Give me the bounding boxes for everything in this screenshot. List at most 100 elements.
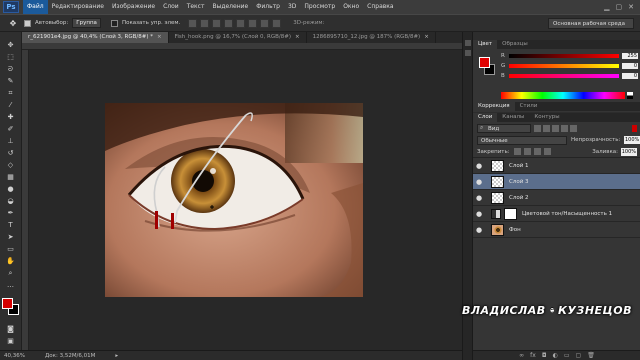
eyedropper-tool-icon[interactable]: ⁄ bbox=[4, 100, 18, 110]
lasso-tool-icon[interactable]: ᘐ bbox=[4, 64, 18, 74]
align-top-icon[interactable] bbox=[188, 18, 198, 28]
align-middle-icon[interactable] bbox=[200, 18, 210, 28]
canvas-area[interactable] bbox=[22, 43, 462, 350]
distribute-icon[interactable] bbox=[260, 18, 270, 28]
menu-filter[interactable]: Фильтр bbox=[252, 0, 284, 14]
menu-window[interactable]: Окно bbox=[339, 0, 363, 14]
close-icon[interactable]: ✕ bbox=[628, 3, 634, 11]
menu-3d[interactable]: 3D bbox=[284, 0, 300, 14]
adjustment-icon[interactable]: ◐ bbox=[553, 352, 558, 359]
clone-stamp-tool-icon[interactable]: ⊥ bbox=[4, 136, 18, 146]
mask-icon[interactable]: ◘ bbox=[542, 352, 547, 359]
menu-edit[interactable]: Редактирование bbox=[48, 0, 108, 14]
red-slider[interactable] bbox=[509, 53, 619, 58]
smart-object-filter-icon[interactable] bbox=[570, 124, 577, 132]
autoselect-checkbox[interactable] bbox=[24, 19, 31, 27]
history-brush-tool-icon[interactable]: ↺ bbox=[4, 148, 18, 158]
visibility-eye-icon[interactable]: ● bbox=[473, 162, 485, 170]
foreground-color-swatch[interactable] bbox=[1, 298, 13, 309]
tab-swatches[interactable]: Образцы bbox=[497, 40, 533, 49]
layer-name[interactable]: Фон bbox=[509, 227, 521, 233]
trash-icon[interactable]: 🗑 bbox=[587, 352, 595, 359]
layer-mask-thumbnail[interactable] bbox=[504, 207, 517, 220]
color-spectrum[interactable] bbox=[501, 92, 625, 99]
menu-text[interactable]: Текст bbox=[183, 0, 209, 14]
screen-mode-icon[interactable]: ▣ bbox=[4, 336, 18, 346]
workspace-select[interactable]: Основная рабочая среда bbox=[548, 17, 634, 29]
menu-layers[interactable]: Слои bbox=[159, 0, 183, 14]
layer-name[interactable]: Цветовой тон/Насыщенность 1 bbox=[522, 211, 612, 217]
type-filter-icon[interactable] bbox=[552, 124, 559, 132]
move-tool-icon[interactable]: ✥ bbox=[6, 17, 20, 29]
lock-all-icon[interactable] bbox=[543, 148, 551, 155]
minimize-icon[interactable]: ▁ bbox=[604, 3, 609, 11]
color-swatches[interactable] bbox=[1, 298, 20, 316]
crop-tool-icon[interactable]: ⌗ bbox=[4, 88, 18, 98]
layer-name[interactable]: Слой 2 bbox=[509, 195, 529, 201]
lock-position-icon[interactable] bbox=[533, 148, 541, 155]
menu-select[interactable]: Выделение bbox=[208, 0, 252, 14]
filter-toggle-icon[interactable] bbox=[632, 124, 637, 132]
status-arrow-icon[interactable]: ▸ bbox=[115, 353, 118, 359]
menu-view[interactable]: Просмотр bbox=[300, 0, 339, 14]
lock-pixels-icon[interactable] bbox=[523, 148, 531, 155]
folder-icon[interactable]: ▭ bbox=[564, 352, 570, 359]
fx-icon[interactable]: fx bbox=[530, 352, 536, 359]
layer-row[interactable]: ● Фон bbox=[473, 222, 640, 238]
align-right-icon[interactable] bbox=[248, 18, 258, 28]
menu-help[interactable]: Справка bbox=[363, 0, 397, 14]
blue-value[interactable]: 0 bbox=[622, 72, 638, 79]
tab-styles[interactable]: Стили bbox=[515, 102, 543, 111]
eraser-tool-icon[interactable]: ◇ bbox=[4, 160, 18, 170]
gradient-tool-icon[interactable]: ▦ bbox=[4, 172, 18, 182]
menu-image[interactable]: Изображение bbox=[108, 0, 159, 14]
quick-mask-icon[interactable]: ◙ bbox=[4, 324, 18, 334]
black-white-swatch[interactable] bbox=[627, 92, 633, 99]
path-select-tool-icon[interactable]: ➤ bbox=[4, 232, 18, 242]
lock-transparency-icon[interactable] bbox=[513, 148, 521, 155]
dodge-tool-icon[interactable]: ◒ bbox=[4, 196, 18, 206]
autoselect-target-select[interactable]: Группа bbox=[72, 18, 101, 28]
history-panel-icon[interactable] bbox=[464, 40, 471, 46]
pen-tool-icon[interactable]: ✒ bbox=[4, 208, 18, 218]
layer-name[interactable]: Слой 3 bbox=[509, 179, 529, 185]
tab-color[interactable]: Цвет bbox=[473, 40, 498, 49]
quick-select-tool-icon[interactable]: ✎ bbox=[4, 76, 18, 86]
layer-row[interactable]: ● Слой 1 bbox=[473, 158, 640, 174]
vertical-ruler[interactable] bbox=[22, 50, 29, 350]
layer-name[interactable]: Слой 1 bbox=[509, 163, 529, 169]
layer-row-selected[interactable]: ● Слой 3 bbox=[473, 174, 640, 190]
shape-tool-icon[interactable]: ▭ bbox=[4, 244, 18, 254]
align-center-icon[interactable] bbox=[236, 18, 246, 28]
tab-adjustments[interactable]: Коррекция bbox=[473, 102, 515, 111]
fill-input[interactable]: 100% bbox=[621, 147, 637, 156]
brush-tool-icon[interactable]: ✐ bbox=[4, 124, 18, 134]
align-bottom-icon[interactable] bbox=[212, 18, 222, 28]
tab-layers[interactable]: Слои bbox=[473, 113, 498, 122]
layer-row[interactable]: ● Цветовой тон/Насыщенность 1 bbox=[473, 206, 640, 222]
maximize-icon[interactable]: ▢ bbox=[616, 3, 623, 11]
foreground-color-chip[interactable] bbox=[479, 57, 490, 68]
hand-tool-icon[interactable]: ✋ bbox=[4, 256, 18, 266]
type-tool-icon[interactable]: T bbox=[4, 220, 18, 230]
blue-slider[interactable] bbox=[509, 73, 619, 78]
zoom-level[interactable]: 40,36% bbox=[4, 353, 25, 359]
shape-filter-icon[interactable] bbox=[561, 124, 568, 132]
document-canvas[interactable] bbox=[105, 103, 363, 297]
tab-channels[interactable]: Каналы bbox=[497, 113, 529, 122]
new-layer-icon[interactable]: ▢ bbox=[576, 352, 582, 359]
link-icon[interactable]: ∞ bbox=[519, 352, 524, 359]
red-value[interactable]: 255 bbox=[622, 52, 638, 59]
tab-paths[interactable]: Контуры bbox=[529, 113, 564, 122]
more-tools-icon[interactable]: … bbox=[4, 280, 18, 290]
document-tab[interactable]: 1286895710_12.jpg @ 187% (RGB/8#) × bbox=[307, 32, 436, 43]
zoom-tool-icon[interactable]: ⌕ bbox=[4, 268, 18, 278]
properties-panel-icon[interactable] bbox=[464, 50, 471, 56]
green-slider[interactable] bbox=[509, 63, 619, 68]
layer-kind-select[interactable]: Вид bbox=[477, 123, 531, 133]
pixel-filter-icon[interactable] bbox=[534, 124, 541, 132]
blend-mode-select[interactable]: Обычные bbox=[477, 135, 567, 145]
healing-brush-tool-icon[interactable]: ✚ bbox=[4, 112, 18, 122]
visibility-eye-icon[interactable]: ● bbox=[473, 210, 485, 218]
green-value[interactable]: 0 bbox=[622, 62, 638, 69]
